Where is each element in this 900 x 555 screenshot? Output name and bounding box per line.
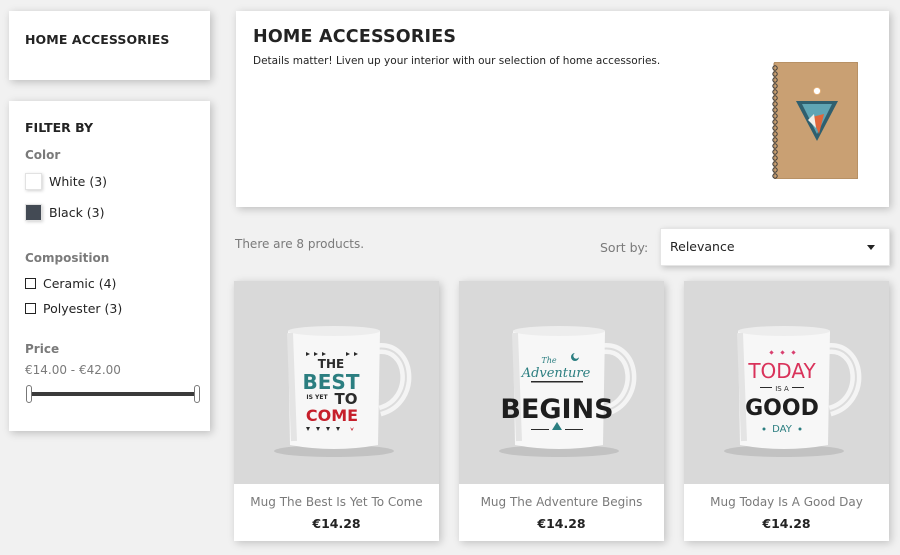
color-option-black[interactable]: Black (3) bbox=[25, 204, 105, 221]
mug-image: TODAY IS A GOOD DAY bbox=[724, 326, 862, 457]
product-price: €14.28 bbox=[537, 516, 586, 531]
svg-text:The: The bbox=[541, 356, 556, 365]
svg-text:COME: COME bbox=[306, 406, 358, 425]
color-option-white[interactable]: White (3) bbox=[25, 173, 107, 190]
product-name[interactable]: Mug Today Is A Good Day bbox=[684, 495, 889, 509]
composition-option-ceramic[interactable]: Ceramic (4) bbox=[25, 276, 116, 291]
product-name[interactable]: Mug The Best Is Yet To Come bbox=[234, 495, 439, 509]
facet-title-price: Price bbox=[25, 342, 60, 356]
sort-selected-value: Relevance bbox=[670, 239, 735, 254]
color-option-label: White (3) bbox=[49, 174, 108, 189]
product-card[interactable]: The Adventure BEGINS Mug The Adventure B… bbox=[459, 281, 664, 541]
price-slider[interactable] bbox=[26, 385, 200, 403]
price-slider-min-handle[interactable] bbox=[26, 385, 32, 403]
product-card[interactable]: TODAY IS A GOOD DAY Mug Today Is A Good … bbox=[684, 281, 889, 541]
svg-text:TODAY: TODAY bbox=[747, 359, 816, 383]
svg-text:Adventure: Adventure bbox=[521, 366, 591, 381]
svg-text:IS YET: IS YET bbox=[306, 394, 328, 401]
ceramic-checkbox[interactable] bbox=[25, 278, 36, 289]
facet-title-color: Color bbox=[25, 148, 61, 162]
price-range-text: €14.00 - €42.00 bbox=[25, 363, 121, 377]
filter-title: FILTER BY bbox=[25, 120, 94, 135]
svg-text:BEGINS: BEGINS bbox=[500, 394, 613, 425]
composition-option-polyester[interactable]: Polyester (3) bbox=[25, 301, 122, 316]
caret-down-icon bbox=[867, 245, 875, 250]
category-description: Details matter! Liven up your interior w… bbox=[253, 55, 661, 67]
product-thumbnail[interactable]: The Adventure BEGINS bbox=[459, 281, 664, 484]
product-thumbnail[interactable]: TODAY IS A GOOD DAY bbox=[684, 281, 889, 484]
price-slider-max-handle[interactable] bbox=[194, 385, 200, 403]
color-swatch-black[interactable] bbox=[25, 204, 42, 221]
page-title: HOME ACCESSORIES bbox=[253, 27, 457, 47]
svg-text:IS A: IS A bbox=[775, 385, 789, 393]
products-count: There are 8 products. bbox=[235, 237, 365, 251]
mug-image: The Adventure BEGINS bbox=[499, 326, 637, 457]
composition-option-label: Polyester (3) bbox=[43, 301, 123, 316]
category-tree-box: HOME ACCESSORIES bbox=[9, 11, 210, 80]
category-cover-image bbox=[772, 62, 858, 179]
svg-text:THE: THE bbox=[318, 357, 344, 371]
composition-option-label: Ceramic (4) bbox=[43, 276, 117, 291]
category-link-home-accessories[interactable]: HOME ACCESSORIES bbox=[25, 32, 169, 47]
product-name[interactable]: Mug The Adventure Begins bbox=[459, 495, 664, 509]
svg-text:DAY: DAY bbox=[772, 424, 793, 435]
facet-title-composition: Composition bbox=[25, 251, 110, 265]
category-header: HOME ACCESSORIES Details matter! Liven u… bbox=[236, 11, 889, 207]
sort-by-label: Sort by: bbox=[600, 240, 649, 255]
product-card[interactable]: THE BEST IS YET TO COME Mug The Best Is … bbox=[234, 281, 439, 541]
sort-select[interactable]: Relevance bbox=[660, 228, 890, 266]
price-slider-track[interactable] bbox=[28, 392, 198, 396]
color-swatch-white[interactable] bbox=[25, 173, 42, 190]
color-option-label: Black (3) bbox=[49, 205, 105, 220]
product-price: €14.28 bbox=[762, 516, 811, 531]
polyester-checkbox[interactable] bbox=[25, 303, 36, 314]
product-thumbnail[interactable]: THE BEST IS YET TO COME bbox=[234, 281, 439, 484]
product-price: €14.28 bbox=[312, 516, 361, 531]
svg-text:GOOD: GOOD bbox=[745, 396, 819, 421]
mug-image: THE BEST IS YET TO COME bbox=[274, 326, 412, 457]
filter-panel: FILTER BY Color White (3) Black (3) Comp… bbox=[9, 101, 210, 431]
